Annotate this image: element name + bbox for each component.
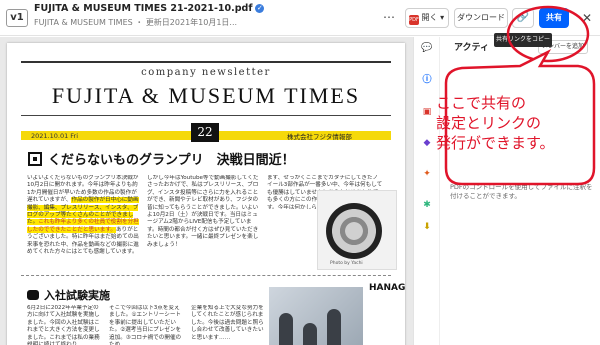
callout-shape [444, 5, 596, 186]
callout-line-1: ここで共有の [436, 94, 527, 112]
callout-line-2: 設定とリンクの [436, 114, 542, 132]
callout-text: ここで共有の 設定とリンクの 発行ができます。 [436, 93, 586, 153]
callout-line-3: 発行ができます。 [436, 134, 555, 152]
